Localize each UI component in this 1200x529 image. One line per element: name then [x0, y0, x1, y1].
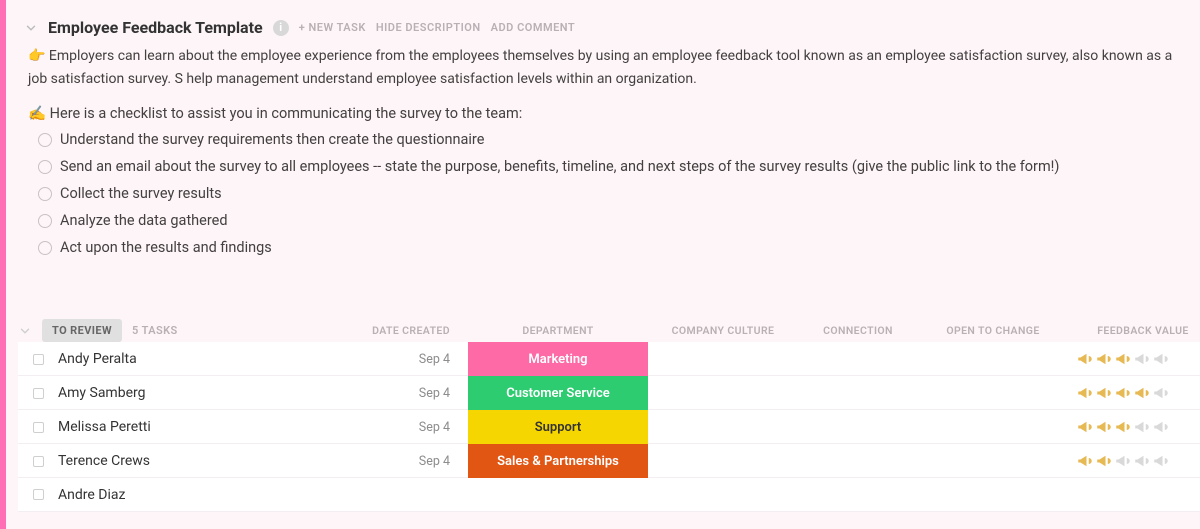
- megaphone-icon: [1095, 452, 1113, 470]
- status-square-icon: [33, 422, 44, 433]
- checklist-item-label: Send an email about the survey to all em…: [60, 158, 1059, 175]
- status-square-icon: [33, 489, 44, 500]
- feedback-value-rating[interactable]: [1068, 418, 1200, 436]
- department-pill[interactable]: Sales & Partnerships: [468, 444, 648, 478]
- table-row[interactable]: Terence CrewsSep 4Sales & Partnerships: [18, 444, 1200, 478]
- megaphone-icon: [1114, 350, 1132, 368]
- description-text: Employers can learn about the employee e…: [28, 48, 1172, 87]
- megaphone-icon: [1133, 418, 1151, 436]
- checkbox-circle[interactable]: [38, 133, 52, 147]
- task-date: Sep 4: [358, 454, 468, 469]
- megaphone-icon: [1133, 452, 1151, 470]
- task-date: Sep 4: [358, 420, 468, 435]
- add-comment-button[interactable]: ADD COMMENT: [491, 21, 576, 34]
- section-header: Employee Feedback Template i + NEW TASK …: [18, 0, 1200, 43]
- row-status-handle[interactable]: [18, 388, 58, 399]
- feedback-value-rating[interactable]: [1068, 452, 1200, 470]
- megaphone-icon: [1152, 350, 1170, 368]
- megaphone-icon: [1076, 384, 1094, 402]
- task-date: Sep 4: [358, 386, 468, 401]
- col-department[interactable]: DEPARTMENT: [468, 324, 648, 337]
- megaphone-icon: [1114, 418, 1132, 436]
- department-pill[interactable]: Support: [468, 410, 648, 444]
- task-name[interactable]: Amy Samberg: [58, 385, 358, 401]
- info-icon[interactable]: i: [273, 20, 289, 36]
- megaphone-icon: [1114, 384, 1132, 402]
- megaphone-icon: [1076, 452, 1094, 470]
- col-feedback-value[interactable]: FEEDBACK VALUE: [1068, 324, 1200, 337]
- page-container: Employee Feedback Template i + NEW TASK …: [0, 0, 1200, 529]
- megaphone-icon: [1095, 350, 1113, 368]
- megaphone-icon: [1152, 384, 1170, 402]
- checkbox-circle[interactable]: [38, 160, 52, 174]
- status-square-icon: [33, 456, 44, 467]
- group-header-row: TO REVIEW 5 TASKS DATE CREATED DEPARTMEN…: [18, 319, 1200, 342]
- task-table: TO REVIEW 5 TASKS DATE CREATED DEPARTMEN…: [18, 301, 1200, 512]
- status-square-icon: [33, 388, 44, 399]
- checklist-item-label: Analyze the data gathered: [60, 212, 228, 229]
- checkbox-circle[interactable]: [38, 187, 52, 201]
- checklist-item-label: Understand the survey requirements then …: [60, 131, 484, 148]
- table-row[interactable]: Amy SambergSep 4Customer Service: [18, 376, 1200, 410]
- checklist-item: Act upon the results and findings: [28, 234, 1190, 261]
- checklist-item: Understand the survey requirements then …: [28, 126, 1190, 153]
- task-name[interactable]: Terence Crews: [58, 453, 358, 469]
- department-pill[interactable]: Customer Service: [468, 376, 648, 410]
- megaphone-icon: [1095, 384, 1113, 402]
- writing-hand-icon: ✍️: [28, 105, 46, 122]
- checklist-title-row: ✍️ Here is a checklist to assist you in …: [28, 105, 1190, 122]
- group-collapse-icon[interactable]: [18, 324, 32, 338]
- task-name[interactable]: Melissa Peretti: [58, 419, 358, 435]
- feedback-value-rating[interactable]: [1068, 384, 1200, 402]
- checklist-item-label: Act upon the results and findings: [60, 239, 272, 256]
- description: 👉 Employers can learn about the employee…: [18, 43, 1198, 101]
- col-connection[interactable]: CONNECTION: [798, 324, 918, 337]
- megaphone-icon: [1095, 418, 1113, 436]
- new-task-button[interactable]: + NEW TASK: [299, 21, 366, 34]
- checklist-item: Collect the survey results: [28, 180, 1190, 207]
- megaphone-icon: [1133, 384, 1151, 402]
- checkbox-circle[interactable]: [38, 214, 52, 228]
- checklist-title: Here is a checklist to assist you in com…: [50, 105, 523, 122]
- feedback-value-rating[interactable]: [1068, 350, 1200, 368]
- checklist-item-label: Collect the survey results: [60, 185, 222, 202]
- collapse-icon[interactable]: [24, 21, 38, 35]
- table-row[interactable]: Andre Diaz: [18, 478, 1200, 512]
- department-pill[interactable]: Marketing: [468, 342, 648, 376]
- page-title: Employee Feedback Template: [48, 18, 263, 37]
- megaphone-icon: [1152, 418, 1170, 436]
- status-square-icon: [33, 354, 44, 365]
- task-rows: Andy PeraltaSep 4MarketingAmy SambergSep…: [18, 342, 1200, 512]
- megaphone-icon: [1076, 350, 1094, 368]
- megaphone-icon: [1152, 452, 1170, 470]
- table-row[interactable]: Melissa PerettiSep 4Support: [18, 410, 1200, 444]
- pointing-hand-icon: 👉: [28, 48, 45, 64]
- row-status-handle[interactable]: [18, 422, 58, 433]
- megaphone-icon: [1114, 452, 1132, 470]
- row-status-handle[interactable]: [18, 456, 58, 467]
- table-row[interactable]: Andy PeraltaSep 4Marketing: [18, 342, 1200, 376]
- col-open-to-change[interactable]: OPEN TO CHANGE: [918, 324, 1068, 337]
- task-name[interactable]: Andy Peralta: [58, 351, 358, 367]
- col-date-created[interactable]: DATE CREATED: [358, 324, 468, 337]
- checklist: ✍️ Here is a checklist to assist you in …: [18, 101, 1200, 301]
- checklist-item: Analyze the data gathered: [28, 207, 1190, 234]
- task-date: Sep 4: [358, 352, 468, 367]
- hide-description-button[interactable]: HIDE DESCRIPTION: [376, 21, 481, 34]
- megaphone-icon: [1133, 350, 1151, 368]
- task-name[interactable]: Andre Diaz: [58, 487, 358, 503]
- group-task-count: 5 TASKS: [132, 324, 178, 337]
- megaphone-icon: [1076, 418, 1094, 436]
- col-company-culture[interactable]: COMPANY CULTURE: [648, 324, 798, 337]
- row-status-handle[interactable]: [18, 489, 58, 500]
- checkbox-circle[interactable]: [38, 241, 52, 255]
- row-status-handle[interactable]: [18, 354, 58, 365]
- checklist-item: Send an email about the survey to all em…: [28, 153, 1190, 180]
- group-status-pill[interactable]: TO REVIEW: [42, 319, 122, 342]
